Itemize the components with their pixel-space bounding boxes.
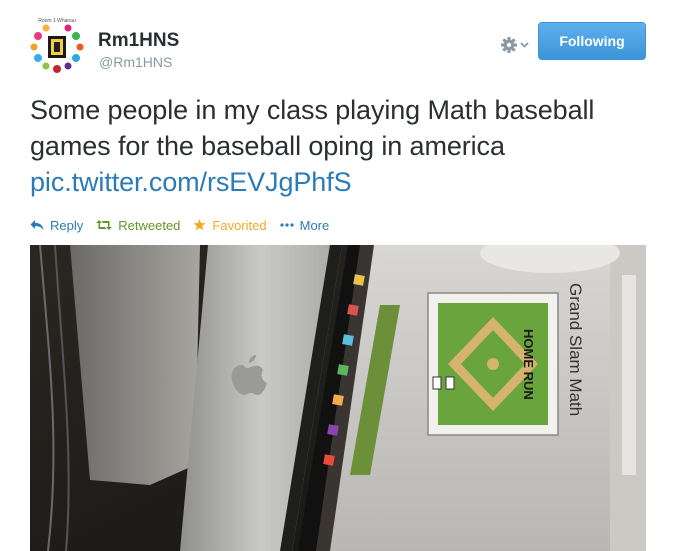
- user-name[interactable]: Rm1HNS: [98, 30, 179, 52]
- more-button[interactable]: More: [280, 217, 330, 233]
- reply-button[interactable]: Reply: [30, 218, 83, 233]
- user-handle[interactable]: @Rm1HNS: [99, 54, 172, 70]
- reply-label: Reply: [50, 217, 84, 233]
- tweet-text: Some people in my class playing Math bas…: [30, 92, 650, 200]
- tweet-photo[interactable]: HOME RUN Grand Slam Math: [30, 245, 646, 551]
- tweet-actions: Reply Retweeted Favorited More: [30, 216, 342, 234]
- home-run-label: HOME RUN: [521, 329, 536, 400]
- tweet-header: Room 1 Whanau Rm1HNS @Rm1HNS Following: [24, 14, 654, 80]
- tweet-body: Some people in my class playing Math bas…: [30, 95, 595, 161]
- reply-icon: [30, 220, 44, 230]
- gear-icon: [501, 37, 529, 53]
- grand-slam-title: Grand Slam Math: [566, 283, 585, 416]
- classroom-photo: HOME RUN Grand Slam Math: [30, 245, 646, 551]
- gear-menu[interactable]: [500, 34, 534, 56]
- star-icon: [193, 219, 206, 231]
- avatar[interactable]: Room 1 Whanau: [24, 14, 90, 80]
- retweet-label: Retweeted: [118, 217, 181, 233]
- avatar-caption: Room 1 Whanau: [38, 18, 76, 24]
- more-label: More: [299, 217, 330, 233]
- tweet-media-link[interactable]: pic.twitter.com/rsEVJgPhfS: [30, 167, 352, 197]
- following-button[interactable]: Following: [538, 22, 646, 60]
- more-dots-icon: [280, 223, 294, 227]
- favorite-button[interactable]: Favorited: [193, 217, 267, 233]
- retweet-icon: [96, 220, 113, 230]
- retweet-button[interactable]: Retweeted: [96, 218, 180, 233]
- chevron-down-icon: [520, 42, 529, 48]
- favorite-label: Favorited: [212, 217, 267, 233]
